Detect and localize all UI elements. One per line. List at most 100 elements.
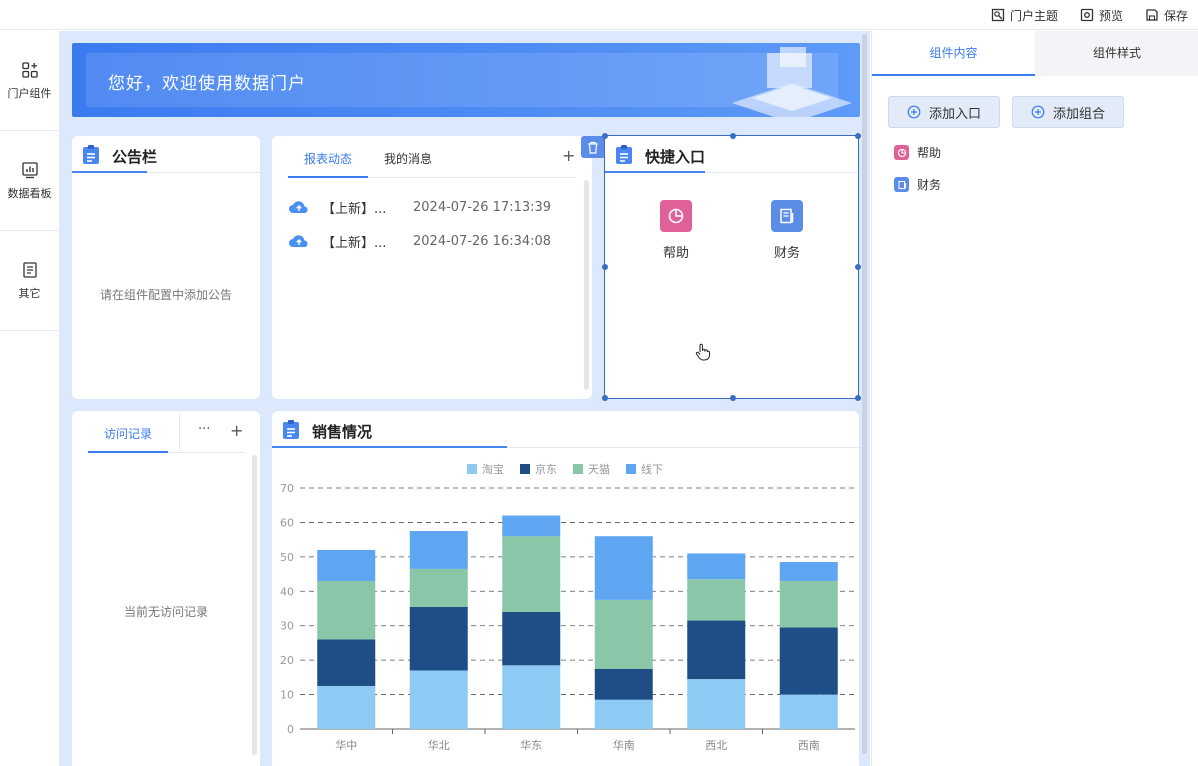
chart-bar-segment	[594, 668, 653, 700]
chart-bar-segment	[687, 620, 746, 680]
notice-title: 公告栏	[112, 148, 158, 166]
resize-handle[interactable]	[730, 395, 736, 401]
chart-bar-segment	[687, 679, 746, 729]
messages-scrollbar[interactable]	[584, 180, 589, 390]
message-title: 【上新】...	[322, 201, 387, 217]
portal-theme-label: 门户主题	[1009, 8, 1058, 23]
pie-chart-icon	[894, 145, 909, 160]
trash-icon	[588, 141, 598, 154]
active-tab-underline	[872, 74, 1035, 76]
quick-entry-help[interactable]: 帮助	[646, 200, 706, 261]
sales-chart: 0 10 20 30 40 50 60 70 华中 华北 华东 华南 西北 西南 淘宝 京东 天猫 线下	[280, 462, 855, 752]
portal-theme-button[interactable]: 门户主题	[991, 7, 1058, 24]
legend-swatch	[467, 464, 477, 474]
notice-card[interactable]: 公告栏 请在组件配置中添加公告	[72, 136, 260, 399]
toolbar-actions: 门户主题 预览 保存	[991, 0, 1188, 30]
document-icon	[22, 261, 37, 278]
y-tick-label: 70	[280, 482, 294, 495]
delete-widget-button[interactable]	[581, 136, 605, 158]
quick-entry-title: 快捷入口	[645, 148, 706, 166]
legend-label: 淘宝	[482, 462, 504, 476]
left-sidebar: 门户组件 数据看板 其它	[0, 31, 60, 766]
visits-card[interactable]: 访问记录 ··· + 当前无访问记录	[72, 411, 260, 766]
resize-handle[interactable]	[602, 133, 608, 139]
x-tick-label: 西南	[798, 739, 820, 752]
notice-icon	[83, 145, 99, 164]
add-entry-label: 添加入口	[928, 106, 981, 122]
resize-handle[interactable]	[855, 133, 861, 139]
sidebar-item-portal-widgets[interactable]: 门户组件	[0, 31, 59, 131]
tab-divider	[179, 413, 180, 451]
add-message-button[interactable]: +	[562, 146, 575, 165]
sidebar-item-label: 其它	[18, 286, 41, 300]
active-tab-underline	[288, 176, 368, 178]
welcome-banner[interactable]: 您好，欢迎使用数据门户	[72, 43, 860, 117]
top-toolbar: 门户主题 预览 保存	[0, 0, 1198, 30]
visits-empty-text: 当前无访问记录	[123, 605, 208, 619]
sidebar-item-data-board[interactable]: 数据看板	[0, 131, 59, 231]
legend-swatch	[520, 464, 530, 474]
notice-icon	[283, 420, 299, 439]
tab-widget-content[interactable]: 组件内容	[872, 31, 1035, 76]
x-tick-label: 华南	[613, 738, 635, 752]
quick-entry-finance[interactable]: 财务	[757, 200, 817, 261]
quick-entry-title-underline	[605, 171, 705, 173]
resize-handle[interactable]	[602, 264, 608, 270]
resize-handle[interactable]	[602, 395, 608, 401]
messages-tabs: 报表动态 我的消息 +	[288, 136, 576, 178]
tab-visit-records[interactable]: 访问记录	[104, 425, 152, 442]
entry-item-label: 帮助	[917, 146, 942, 160]
y-tick-label: 20	[280, 654, 294, 667]
chart-bar-segment	[317, 580, 376, 640]
canvas-scrollbar[interactable]	[862, 34, 867, 754]
chart-bar-segment	[409, 568, 468, 607]
chart-bar-segment	[779, 694, 838, 729]
entry-item-finance[interactable]: 财务	[894, 176, 941, 193]
x-tick-label: 华北	[428, 738, 450, 752]
report-icon	[894, 177, 909, 192]
plus-circle-icon	[1031, 105, 1045, 119]
legend-label: 京东	[535, 462, 557, 476]
theme-icon	[991, 8, 1005, 22]
messages-card[interactable]: 报表动态 我的消息 + 【上新】... 2024-07-26 17:13:39 …	[272, 136, 592, 399]
message-time: 2024-07-26 16:34:08	[413, 233, 552, 249]
add-group-button[interactable]: 添加组合	[1012, 96, 1124, 128]
sales-title-underline	[272, 446, 507, 448]
preview-button[interactable]: 预览	[1080, 7, 1123, 24]
message-title: 【上新】...	[322, 235, 387, 251]
resize-handle[interactable]	[730, 133, 736, 139]
sidebar-item-other[interactable]: 其它	[0, 231, 59, 331]
quick-entry-card[interactable]: 快捷入口 帮助 财务	[604, 135, 859, 399]
sales-card[interactable]: 销售情况 0 10 20 30 40 50 60 70 华中 华北 华东 华南 西北 西南 淘宝 京东 天猫 线下	[272, 411, 859, 766]
save-label: 保存	[1163, 8, 1188, 23]
x-tick-label: 西北	[705, 739, 727, 752]
list-item[interactable]: 【上新】... 2024-07-26 17:13:39	[288, 196, 568, 218]
save-button[interactable]: 保存	[1145, 7, 1188, 24]
more-tabs-button[interactable]: ···	[198, 422, 210, 437]
y-tick-label: 60	[280, 516, 294, 529]
tab-widget-style[interactable]: 组件样式	[1035, 31, 1198, 76]
preview-icon	[1080, 8, 1094, 22]
add-entry-button[interactable]: 添加入口	[888, 96, 1000, 128]
chart-bar-segment	[502, 611, 561, 666]
chart-bar-segment	[594, 536, 653, 600]
visits-scrollbar[interactable]	[252, 455, 257, 755]
legend-swatch	[626, 464, 636, 474]
tab-my-messages[interactable]: 我的消息	[384, 150, 432, 167]
properties-tabs: 组件内容 组件样式	[872, 31, 1198, 76]
add-visit-button[interactable]: +	[230, 421, 243, 440]
resize-handle[interactable]	[855, 264, 861, 270]
chart-bar-segment	[594, 699, 653, 729]
chart-bar-segment	[409, 531, 468, 569]
sales-card-header: 销售情况	[272, 411, 859, 448]
chart-bar-segment	[409, 606, 468, 671]
resize-handle[interactable]	[855, 395, 861, 401]
tab-report-updates[interactable]: 报表动态	[304, 150, 352, 167]
chart-bar-segment	[502, 515, 561, 537]
entry-item-help[interactable]: 帮助	[894, 144, 941, 161]
list-item[interactable]: 【上新】... 2024-07-26 16:34:08	[288, 230, 568, 252]
message-time: 2024-07-26 17:13:39	[413, 199, 552, 215]
chart-bar-segment	[502, 665, 561, 729]
sales-title: 销售情况	[312, 423, 373, 441]
cloud-upload-icon	[289, 201, 308, 213]
